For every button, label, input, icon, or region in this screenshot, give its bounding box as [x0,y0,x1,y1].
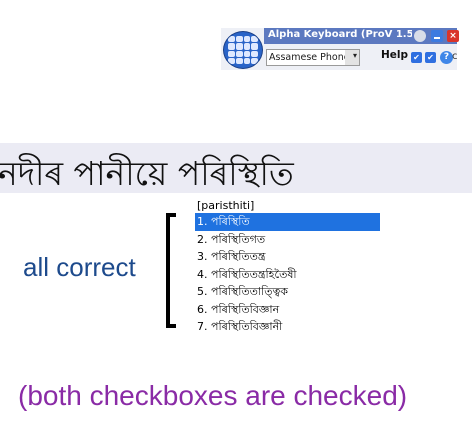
candidate-header: [paristhiti] [197,199,255,212]
alpha-keyboard-toolbar: Alpha Keyboard (ProV 1.5.5 × Assamese Ph… [221,28,459,70]
text-banner: নদীৰ পানীয়ে পৰিস্থিতি [0,143,472,193]
language-select-value: Assamese Phoneti [267,50,345,65]
candidate-item[interactable]: 1. পৰিস্থিতি [195,213,380,231]
window-title: Alpha Keyboard (ProV 1.5.5 [268,29,412,40]
typed-text: নদীৰ পানীয়ে পৰিস্থিতি [0,154,294,193]
footer-note: (both checkboxes are checked) [18,380,408,411]
toolbar-titlebar[interactable]: Alpha Keyboard (ProV 1.5.5 × [264,28,459,44]
candidate-item[interactable]: 3. পৰিস্থিতিতন্ত্ৰ [195,248,380,266]
gear-icon[interactable] [414,30,426,42]
checkbox-1[interactable]: ✔ [411,52,422,63]
info-suffix: c [452,51,458,62]
candidate-list: 1. পৰিস্থিতি 2. পৰিস্থিতিগত 3. পৰিস্থিতি… [195,213,380,336]
candidate-item[interactable]: 4. পৰিস্থিতিতন্ত্ৰহিতৈষী [195,266,380,284]
candidate-item[interactable]: 6. পৰিস্থিতিবিজ্ঞান [195,301,380,319]
language-select[interactable]: Assamese Phoneti ▾ [266,49,360,66]
checkbox-2[interactable]: ✔ [425,52,436,63]
bracket-annotation [166,213,176,328]
close-icon[interactable]: × [447,30,459,42]
candidate-item[interactable]: 7. পৰিস্থিতিবিজ্ঞানী [195,318,380,336]
candidate-item[interactable]: 5. পৰিস্থিতিতাত্ত্বিক [195,283,380,301]
alpha-keyboard-logo-icon[interactable] [223,31,263,69]
chevron-down-icon[interactable]: ▾ [353,51,357,60]
help-menu[interactable]: Help [381,49,408,61]
all-correct-label: all correct [23,252,136,282]
candidate-item[interactable]: 2. পৰিস্থিতিগত [195,231,380,249]
minimize-icon[interactable] [431,30,443,42]
